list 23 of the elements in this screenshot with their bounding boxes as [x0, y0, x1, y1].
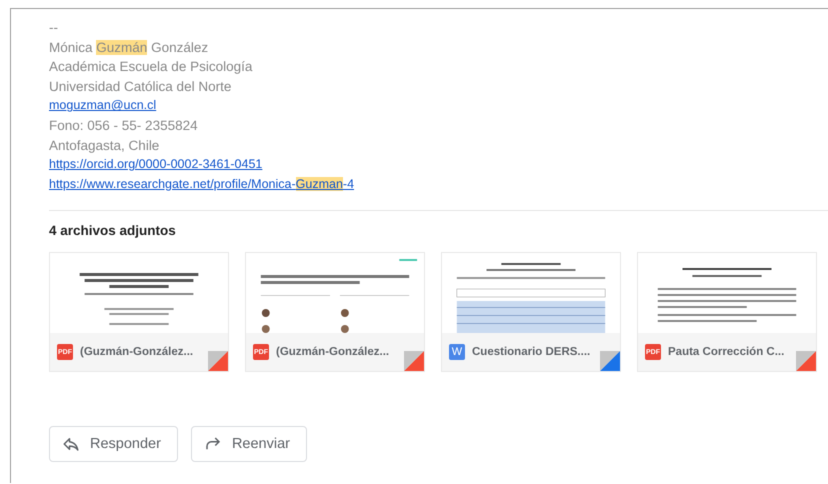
signature-line: Antofagasta, Chile: [49, 136, 160, 155]
file-name: Pauta Corrección C...: [668, 346, 784, 358]
page-fold-icon: [600, 351, 620, 372]
page-fold-icon: [208, 351, 228, 372]
file-name: (Guzmán-González...: [276, 346, 390, 358]
reply-arrow-icon: [62, 435, 80, 454]
signature-line: Fono: 056 - 55- 2355824: [49, 116, 198, 135]
file-name: Cuestionario DERS....: [472, 346, 590, 358]
signature-line: --: [49, 19, 58, 37]
file-name: (Guzmán-González...: [80, 346, 194, 358]
page-fold-icon: [404, 351, 424, 372]
file-type-icon: W: [449, 344, 465, 360]
signature-line: Mónica Guzmán González: [49, 38, 208, 57]
signature-link[interactable]: https://orcid.org/0000-0002-3461-0451: [49, 155, 262, 175]
attachments-heading: 4 archivos adjuntos: [49, 223, 177, 238]
page-fold-icon: [796, 351, 816, 372]
attachment-card[interactable]: W Cuestionario DERS....: [441, 252, 621, 372]
signature-line: Universidad Católica del Norte: [49, 78, 232, 96]
signature-link[interactable]: https://www.researchgate.net/profile/Monica-Guzman-4: [49, 174, 354, 194]
signature-line: Académica Escuela de Psicología: [49, 58, 252, 76]
forward-button[interactable]: Reenviar: [190, 426, 307, 462]
signature-link[interactable]: moguzman@ucn.cl: [49, 96, 156, 116]
reply-button[interactable]: Responder: [49, 426, 178, 462]
